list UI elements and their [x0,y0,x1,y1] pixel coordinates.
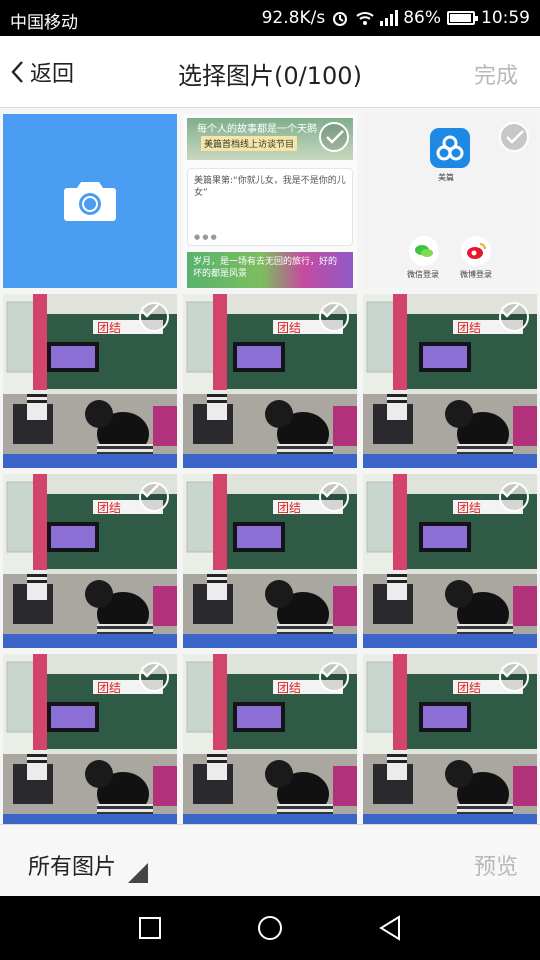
svg-text:团结: 团结 [457,681,481,695]
photo-tile-classroom[interactable]: 团结 [183,474,357,648]
news-card-text: 美篇果第:“你就儿女，我是不是你的儿女” [194,176,346,198]
carrier-label: 中国移动 [10,13,78,33]
weibo-icon [461,236,491,266]
done-button[interactable]: 完成 [474,58,518,90]
photo-tile-classroom[interactable]: 团结 [363,654,537,824]
clock: 10:59 [481,8,530,28]
svg-text:团结: 团结 [277,321,301,335]
alarm-icon [331,9,349,27]
photo-tile-classroom[interactable]: 团结 [3,474,177,648]
photo-tile-classroom[interactable]: 团结 [3,654,177,824]
photo-tile-classroom[interactable]: 团结 [183,294,357,468]
select-checkbox[interactable] [499,482,529,512]
check-icon [501,484,519,498]
camera-button[interactable] [3,114,177,288]
preview-button[interactable]: 预览 [474,849,518,881]
wechat-icon [409,236,439,266]
news-bottom-text: 岁月，是一场有去无回的旅行，好的坏的都是风景 [193,257,338,279]
photo-tile-screenshot-apps[interactable]: 美篇 微信登录 微博登录 [363,114,537,288]
bottom-bar: 所有图片 预览 [0,824,540,896]
photo-tile-classroom[interactable]: 团结 [183,654,357,824]
select-checkbox[interactable] [139,662,169,692]
app-label: 微博登录 [460,270,492,279]
top-bar: 返回 选择图片(0/100) 完成 [0,36,540,108]
check-icon [141,484,159,498]
signal-icon [379,9,399,27]
camera-icon [64,182,116,221]
svg-text:团结: 团结 [277,501,301,515]
recent-apps-icon[interactable] [138,916,162,940]
news-bottom-banner: 岁月，是一场有去无回的旅行，好的坏的都是风景 [187,252,353,288]
photo-tile-classroom[interactable]: 团结 [363,474,537,648]
svg-text:团结: 团结 [97,681,121,695]
photo-grid: 每个人的故事都是一个天鹅 美篇首档线上访谈节目 美篇果第:“你就儿女，我是不是你… [0,108,540,824]
battery-percent: 86% [403,8,441,28]
select-checkbox[interactable] [319,122,349,152]
select-checkbox[interactable] [319,482,349,512]
meipian-icon [430,128,470,168]
check-icon [506,130,524,144]
news-card: 美篇果第:“你就儿女，我是不是你的儿女” ● ● ● [187,168,353,246]
home-icon[interactable] [256,914,284,942]
news-card-meta: ● ● ● [194,233,217,241]
check-icon [141,664,159,678]
svg-text:团结: 团结 [97,321,121,335]
select-checkbox[interactable] [499,302,529,332]
status-bar: 中国移动 92.8K/s 86% 10:59 [0,0,540,36]
album-selector[interactable]: 所有图片 [28,849,116,881]
photo-tile-classroom[interactable]: 团结 [3,294,177,468]
check-icon [501,304,519,318]
news-banner-text: 每个人的故事都是一个天鹅 [197,124,317,135]
photo-tile-screenshot-news[interactable]: 每个人的故事都是一个天鹅 美篇首档线上访谈节目 美篇果第:“你就儿女，我是不是你… [183,114,357,288]
select-checkbox[interactable] [319,302,349,332]
select-checkbox[interactable] [139,482,169,512]
svg-text:团结: 团结 [277,681,301,695]
select-checkbox[interactable] [499,662,529,692]
check-icon [501,664,519,678]
dropdown-triangle-icon[interactable] [128,863,148,883]
battery-icon [447,11,478,25]
select-checkbox[interactable] [139,302,169,332]
svg-text:团结: 团结 [97,501,121,515]
check-icon [321,664,339,678]
check-icon [141,304,159,318]
page-title: 选择图片(0/100) [178,62,362,90]
network-speed: 92.8K/s [261,8,326,28]
svg-text:团结: 团结 [457,501,481,515]
app-label: 美篇 [438,173,454,182]
news-banner-tag: 美篇首档线上访谈节目 [201,136,298,151]
app-label: 微信登录 [407,270,439,279]
check-icon [321,484,339,498]
system-nav-bar [0,896,540,960]
check-icon [321,304,339,318]
select-checkbox[interactable] [499,122,529,152]
photo-tile-classroom[interactable]: 团结 [363,294,537,468]
svg-text:团结: 团结 [457,321,481,335]
check-icon [326,130,344,144]
wifi-icon [355,9,374,27]
select-checkbox[interactable] [319,662,349,692]
back-nav-icon[interactable] [378,914,402,942]
